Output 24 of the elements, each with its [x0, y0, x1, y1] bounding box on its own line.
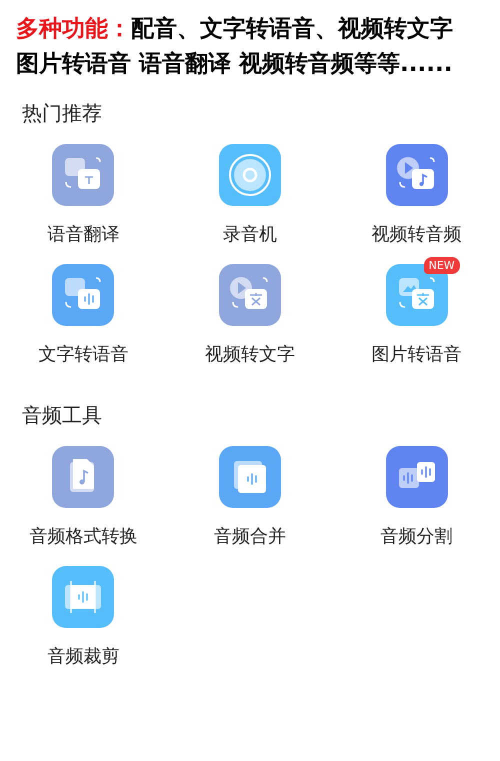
tool-label[interactable]: 音频分割: [380, 526, 453, 548]
section-title: 音频工具: [22, 402, 102, 428]
tool-label[interactable]: 视频转文字: [204, 344, 295, 366]
tool-label[interactable]: 音频合并: [214, 526, 286, 548]
play-document-icon[interactable]: [218, 264, 281, 326]
tool-label[interactable]: 音频格式转换: [29, 526, 138, 548]
tool-label[interactable]: 语音翻译: [47, 224, 120, 246]
tool-label[interactable]: 图片转语音: [372, 344, 462, 366]
music-file-icon[interactable]: [52, 446, 114, 508]
speech-bubbles-icon[interactable]: [52, 144, 114, 206]
trim-waveform-icon[interactable]: [52, 566, 114, 628]
speech-bubbles-icon[interactable]: [52, 264, 114, 326]
stacked-waveform-icon[interactable]: [218, 446, 281, 508]
split-waveform-icon[interactable]: [386, 446, 448, 508]
feature-list: 配音、文字转语音、视频转文字: [131, 16, 453, 42]
play-note-icon[interactable]: [386, 144, 448, 206]
tool-label[interactable]: 音频裁剪: [47, 646, 120, 668]
tool-label[interactable]: 文字转语音: [38, 344, 128, 366]
tool-label[interactable]: 视频转音频: [372, 224, 462, 246]
tool-label[interactable]: 录音机: [222, 224, 277, 246]
feature-list: 图片转语音 语音翻译 视频转音频等等......: [16, 47, 452, 82]
section-title: 热门推荐: [22, 100, 102, 126]
new-badge: NEW: [424, 257, 460, 274]
feature-heading: 多种功能：: [16, 16, 131, 42]
